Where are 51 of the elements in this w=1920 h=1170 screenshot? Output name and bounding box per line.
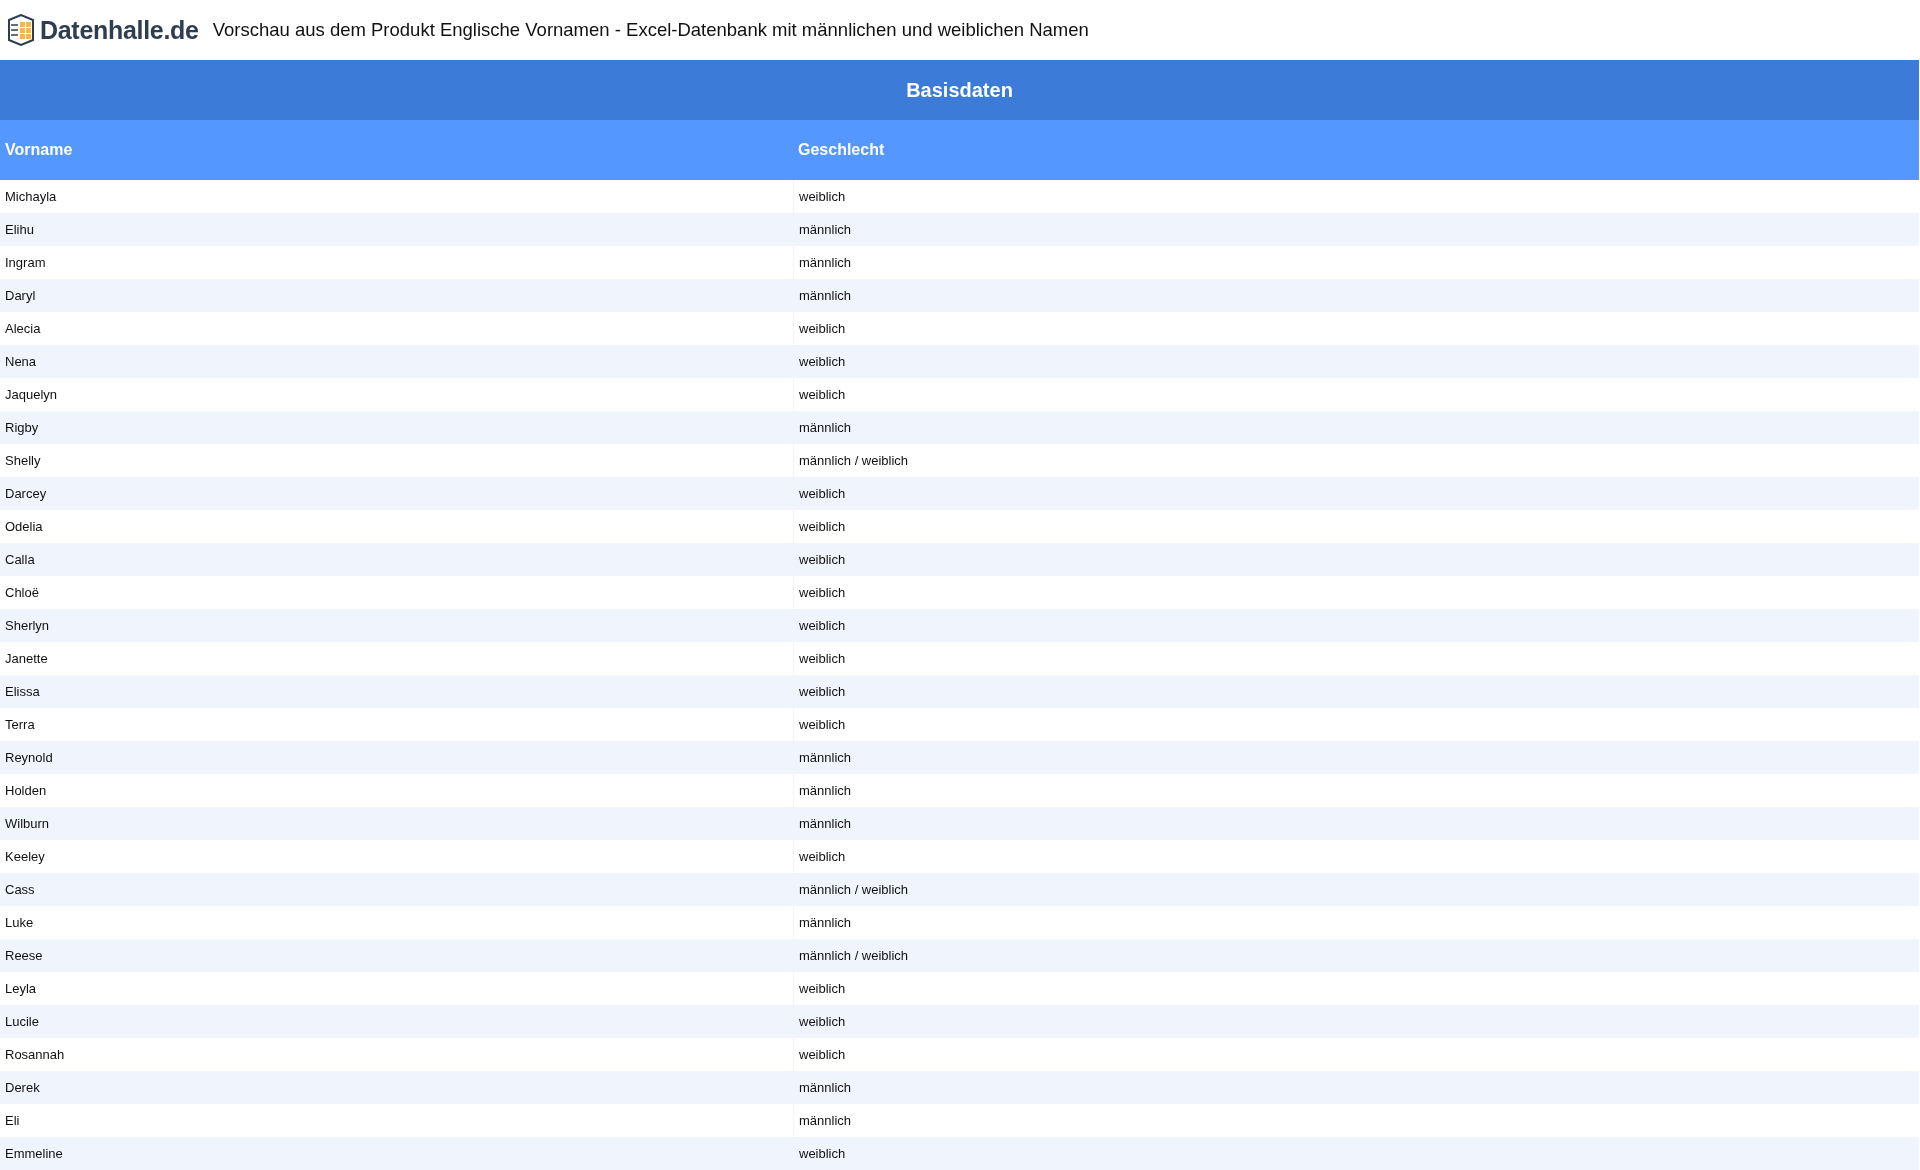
table-cell-text: Daryl: [4, 287, 37, 305]
table-cell-text: Darcey: [4, 485, 48, 503]
table-cell-text: Wilburn: [4, 815, 51, 833]
table-cell-text: Odelia: [4, 518, 44, 536]
table-cell: männlich: [793, 213, 1919, 246]
table-cell: weiblich: [793, 675, 1919, 708]
table-cell-text: Ingram: [4, 254, 47, 272]
table-cell: männlich / weiblich: [793, 939, 1919, 972]
table-cell-text: Rosannah: [4, 1046, 66, 1064]
table-cell-text: Elissa: [4, 683, 41, 701]
table-cell-text: Luke: [4, 914, 35, 932]
table-cell: männlich: [793, 1071, 1919, 1104]
table-cell-text: Alecia: [4, 320, 42, 338]
page-title: Vorschau aus dem Produkt Englische Vornamen - Excel-Datenbank mit männlichen und weiblichen Namen: [212, 19, 1089, 41]
table-cell-text: Janette: [4, 650, 49, 668]
site-logo-text[interactable]: Datenhalle.de: [40, 15, 199, 45]
table-cell-text: Keeley: [4, 848, 46, 866]
table-cell: weiblich: [793, 543, 1919, 576]
table-cell-text: Eli: [4, 1112, 21, 1130]
table-cell-text: Elihu: [4, 221, 35, 239]
table-cell-text: Sherlyn: [4, 617, 51, 635]
column-header: Geschlecht: [797, 140, 886, 160]
table-cell: männlich: [793, 279, 1919, 312]
table-cell-text: Jaquelyn: [4, 386, 59, 404]
table-cell: weiblich: [793, 1005, 1919, 1038]
table-cell: männlich: [793, 411, 1919, 444]
column-header: Vorname: [4, 140, 74, 160]
table-caption: Basisdaten: [0, 60, 1919, 120]
table-cell-text: Rigby: [4, 419, 40, 437]
table-cell-text: Terra: [4, 716, 36, 734]
logo-icon: [6, 14, 36, 46]
table-cell-text: Reese: [4, 947, 44, 965]
table-cell-text: Holden: [4, 782, 48, 800]
table-cell: männlich: [793, 807, 1919, 840]
table-cell-text: Chloë: [4, 584, 40, 602]
table-cell-text: Nena: [4, 353, 38, 371]
table-cell: männlich: [793, 741, 1919, 774]
table-cell-text: Reynold: [4, 749, 54, 767]
table-cell: weiblich: [793, 477, 1919, 510]
table-cell: weiblich: [793, 1137, 1919, 1170]
table-cell: männlich / weiblich: [793, 873, 1919, 906]
table-cell-text: Derek: [4, 1079, 41, 1097]
table-cell-text: Michayla: [4, 188, 58, 206]
table-cell-text: Cass: [4, 881, 36, 899]
table-cell-text: Leyla: [4, 980, 38, 998]
table-cell: weiblich: [793, 345, 1919, 378]
table-cell: weiblich: [793, 609, 1919, 642]
table-cell-text: Shelly: [4, 452, 42, 470]
table-cell-text: Calla: [4, 551, 36, 569]
table-cell-text: Emmeline: [4, 1145, 64, 1163]
table-cell-text: Lucile: [4, 1013, 40, 1031]
